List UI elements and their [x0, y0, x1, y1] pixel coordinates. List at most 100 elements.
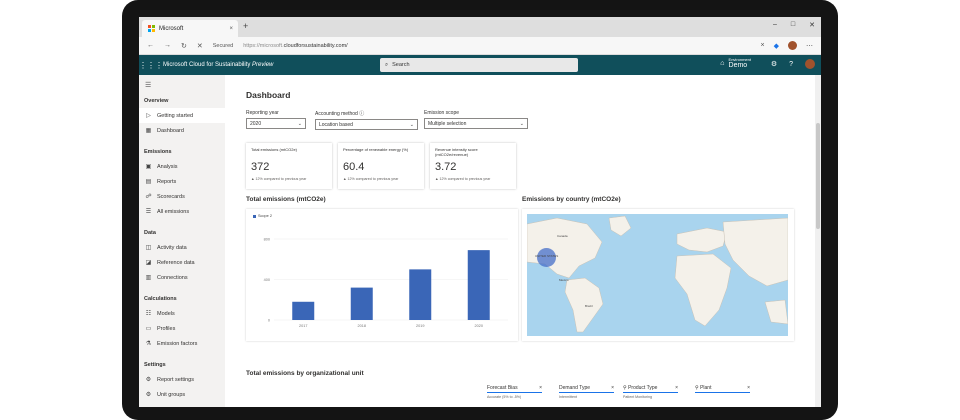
- sidebar-item-analysis[interactable]: ▣ Analysis: [139, 159, 225, 174]
- tab-close-icon[interactable]: ×: [229, 26, 233, 32]
- close-window-icon[interactable]: ✕: [809, 21, 815, 29]
- back-icon[interactable]: ←: [147, 42, 154, 49]
- sidebar-item-scorecards[interactable]: ☍ Scorecards: [139, 189, 225, 204]
- kpi-trend: ▲ 12% compared to previous year: [343, 177, 399, 181]
- connections-icon: ▥: [145, 275, 152, 281]
- select-value: 2020: [250, 120, 262, 127]
- map-label: Mexico: [559, 278, 569, 282]
- sidebar-nav: Overview ▷ Getting started ▦ Dashboard Emissi…: [139, 95, 225, 402]
- extension-icon[interactable]: ◆: [774, 42, 779, 50]
- emissions-map-card: UNITED STATES Mexico Brazil Canada: [522, 209, 794, 341]
- reporting-year-select[interactable]: 2020 ⌄: [246, 118, 306, 129]
- maximize-icon[interactable]: □: [791, 21, 795, 29]
- emissions-by-unit-title: Total emissions by organizational unit: [246, 370, 364, 377]
- kpi-card-renewable-energy: Percentage of renewable energy (%) 60.4 …: [338, 143, 424, 189]
- filter-label: Emission scope: [424, 110, 460, 116]
- app-title-suffix: Preview: [252, 62, 274, 68]
- browser-avatar[interactable]: [788, 41, 797, 50]
- filter-card-forecast-bias[interactable]: Forecast Bias × Accurate (5% to -5%): [487, 385, 542, 399]
- chevron-down-icon: ⌄: [297, 121, 302, 127]
- main-content: Dashboard Reporting year 2020 ⌄ Accountin…: [225, 75, 815, 407]
- sidebar-section-title: Data: [144, 230, 156, 236]
- waffle-icon[interactable]: ⋮⋮⋮: [139, 61, 163, 70]
- emissions-by-country-title: Emissions by country (mtCO2e): [522, 196, 621, 203]
- bar-2017[interactable]: [292, 301, 315, 320]
- close-icon[interactable]: ×: [539, 385, 542, 391]
- user-avatar[interactable]: [805, 59, 815, 69]
- close-icon[interactable]: ×: [675, 385, 678, 391]
- filter-card-title-text: Plant: [700, 385, 712, 391]
- refresh-icon[interactable]: ↻: [181, 42, 187, 50]
- analysis-icon: ▣: [145, 164, 152, 170]
- search-placeholder: Search: [392, 62, 410, 68]
- bar-2020[interactable]: [467, 250, 490, 320]
- sidebar-item-emission-factors[interactable]: ⚗ Emission factors: [139, 336, 225, 351]
- sidebar-item-connections[interactable]: ▥ Connections: [139, 270, 225, 285]
- sidebar-item-unit-groups[interactable]: ⚙ Unit groups: [139, 387, 225, 402]
- sidebar-item-label: Connections: [157, 274, 188, 281]
- help-icon[interactable]: ?: [789, 61, 793, 68]
- bar-2018[interactable]: [350, 287, 373, 320]
- emission-scope-select[interactable]: Multiple selection ⌄: [424, 118, 528, 129]
- accounting-method-select[interactable]: Location based ⌄: [315, 119, 418, 130]
- url-input[interactable]: https://microsoft.cloudforsustainability…: [243, 43, 347, 49]
- bar-chart: 0 400 800 2017 2018 2019 2020: [264, 238, 508, 328]
- sidebar-section-title: Overview: [144, 98, 169, 104]
- forward-icon[interactable]: →: [164, 42, 171, 49]
- sidebar-item-dashboard[interactable]: ▦ Dashboard: [139, 123, 225, 138]
- sidebar-item-reports[interactable]: ▤ Reports: [139, 174, 225, 189]
- sidebar-item-all-emissions[interactable]: ☰ All emissions: [139, 204, 225, 219]
- stop-icon[interactable]: ✕: [197, 42, 203, 50]
- kpi-label: Percentage of renewable energy (%): [343, 147, 409, 152]
- kpi-label: Total emissions (mtCO2e): [251, 147, 298, 152]
- bar-2019[interactable]: [409, 269, 432, 320]
- environment-icon: ⌂: [720, 60, 725, 67]
- app-header: ⋮⋮⋮ Microsoft Cloud for Sustainability P…: [139, 55, 821, 75]
- sidebar-item-models[interactable]: ☷ Models: [139, 306, 225, 321]
- sidebar-item-label: Report settings: [157, 376, 194, 383]
- kpi-value: 3.72: [435, 161, 457, 173]
- pin-icon: ⚲: [695, 385, 699, 391]
- close-icon[interactable]: ×: [747, 385, 750, 391]
- sidebar: ☰ Overview ▷ Getting started ▦ Dashboard Emis…: [139, 75, 225, 407]
- map-label: Canada: [557, 234, 568, 238]
- sidebar-item-label: Profiles: [157, 325, 176, 332]
- sidebar-item-reference-data[interactable]: ◪ Reference data: [139, 255, 225, 270]
- filter-card-title: ⚲ Plant: [695, 385, 711, 391]
- environment-value: Demo: [728, 62, 748, 69]
- filter-card-sub: Accurate (5% to -5%): [487, 395, 522, 399]
- hamburger-icon[interactable]: ☰: [139, 75, 225, 95]
- tab-bar: Microsoft × + – □ ✕: [139, 17, 821, 37]
- close-icon[interactable]: ×: [611, 385, 614, 391]
- minimize-icon[interactable]: –: [773, 21, 777, 29]
- new-tab-icon[interactable]: +: [243, 21, 248, 31]
- filter-card-demand-type[interactable]: Demand Type × Intermittent: [559, 385, 614, 399]
- chevron-down-icon: ⌄: [519, 121, 524, 127]
- chevron-down-icon: ⌄: [409, 122, 414, 128]
- gear-icon[interactable]: ⚙: [771, 60, 777, 68]
- world-map[interactable]: UNITED STATES Mexico Brazil Canada: [527, 214, 788, 336]
- sidebar-item-activity-data[interactable]: ◫ Activity data: [139, 240, 225, 255]
- info-icon[interactable]: ⓘ: [359, 111, 364, 117]
- sidebar-item-report-settings[interactable]: ⚙ Report settings: [139, 372, 225, 387]
- sidebar-item-label: Analysis: [157, 163, 178, 170]
- filter-card-plant[interactable]: ⚲ Plant ×: [695, 385, 750, 395]
- scorecards-icon: ☍: [145, 194, 152, 200]
- environment-picker[interactable]: ⌂ Environment Demo: [720, 57, 751, 70]
- sidebar-item-profiles[interactable]: ▭ Profiles: [139, 321, 225, 336]
- sidebar-item-label: Models: [157, 310, 175, 317]
- filter-card-product-type[interactable]: ⚲ Product Type × Patient Monitoring: [623, 385, 678, 399]
- clear-icon[interactable]: ×: [761, 42, 765, 49]
- y-tick-label: 0: [268, 319, 270, 323]
- scrollbar-thumb[interactable]: [816, 123, 820, 229]
- sidebar-item-label: Scorecards: [157, 193, 185, 200]
- browser-tab[interactable]: Microsoft ×: [142, 20, 238, 37]
- scrollbar[interactable]: [815, 75, 821, 407]
- app-title[interactable]: Microsoft Cloud for Sustainability Previ…: [163, 62, 273, 68]
- url-domain: cloudforsustainability.com/: [283, 42, 348, 49]
- more-icon[interactable]: ⋯: [806, 42, 813, 50]
- sidebar-item-getting-started[interactable]: ▷ Getting started: [139, 108, 225, 123]
- sidebar-section-title: Settings: [144, 362, 166, 368]
- search-input[interactable]: ⌕ Search: [380, 58, 578, 72]
